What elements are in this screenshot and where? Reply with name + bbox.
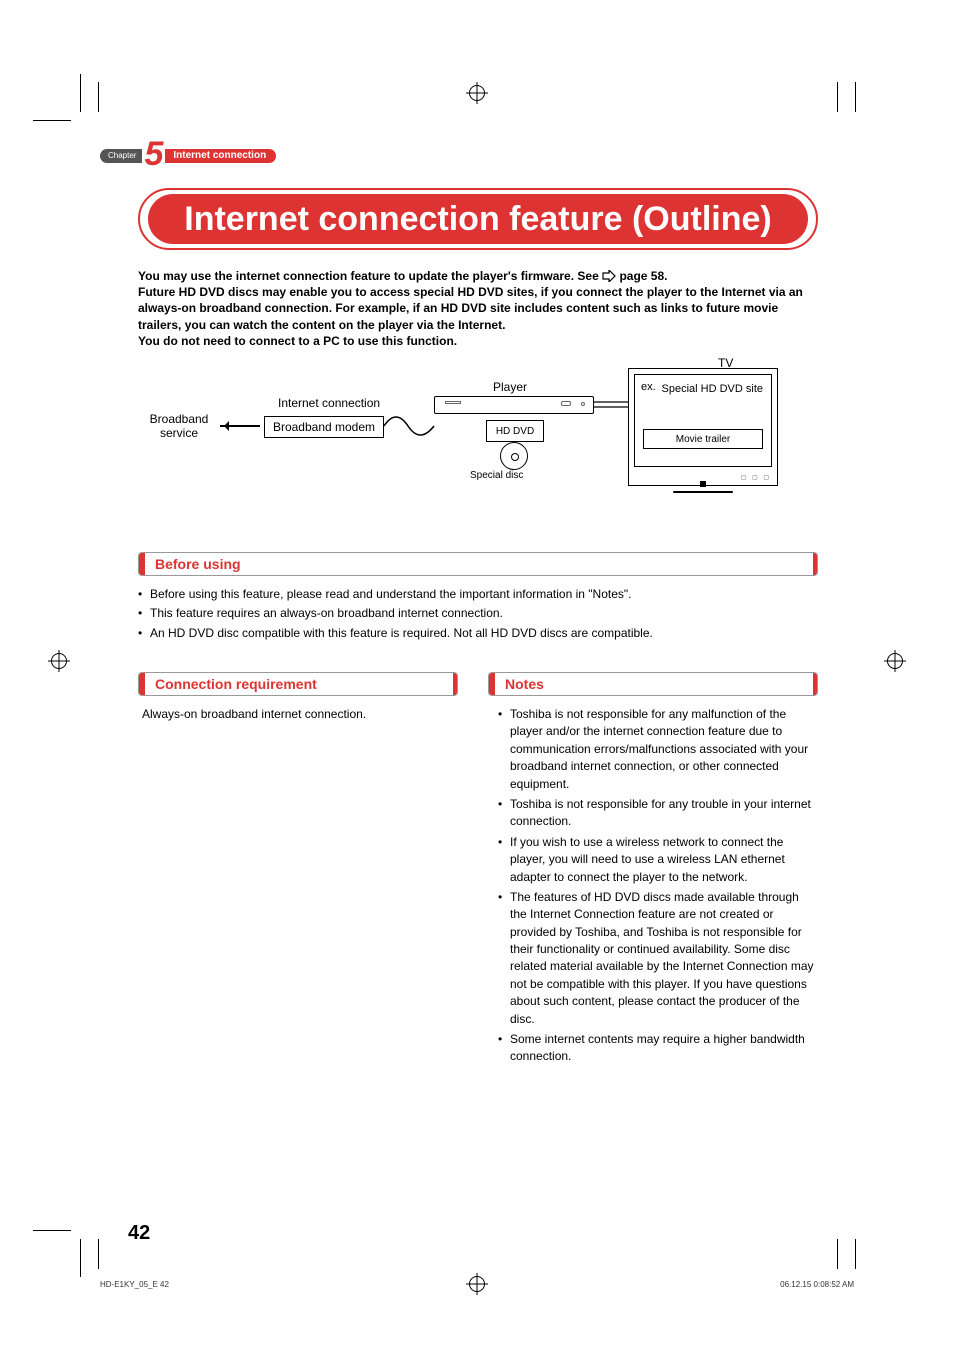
list-item: This feature requires an always-on broad…	[138, 605, 818, 622]
connection-diagram: Broadband service Internet connection Br…	[138, 360, 818, 500]
diagram-av-cable-icon	[594, 396, 630, 412]
section-heading-notes: Notes	[488, 672, 818, 696]
section-heading-label: Connection requirement	[155, 676, 317, 692]
section-heading-connection-requirement: Connection requirement	[138, 672, 458, 696]
page-number: 42	[128, 1222, 150, 1245]
chapter-number: 5	[144, 144, 163, 164]
registration-mark-icon	[48, 650, 70, 672]
crop-mark	[33, 1230, 71, 1231]
list-item: Toshiba is not responsible for any troub…	[498, 796, 818, 831]
diagram-tv-buttons-icon: ▢ ▢ ▢	[741, 474, 771, 481]
intro-line3: You do not need to connect to a PC to us…	[138, 334, 457, 348]
diagram-disc-icon	[500, 442, 528, 470]
intro-line1b: page 58.	[619, 269, 667, 283]
footer-timestamp: 06.12.15 0:08:52 AM	[780, 1280, 854, 1289]
list-item: The features of HD DVD discs made availa…	[498, 889, 818, 1028]
notes-list: Toshiba is not responsible for any malfu…	[498, 706, 818, 1069]
crop-mark	[80, 74, 81, 112]
diagram-tv-stand-icon	[673, 487, 733, 493]
list-item: Before using this feature, please read a…	[138, 586, 818, 603]
diagram-internet-connection-label: Internet connection	[278, 396, 380, 410]
page-title-banner: Internet connection feature (Outline)	[138, 188, 818, 250]
registration-mark-icon	[466, 1273, 488, 1295]
chapter-tab: Chapter 5 Internet connection	[100, 145, 276, 167]
diagram-movie-trailer-box: Movie trailer	[643, 429, 763, 449]
intro-line1a: You may use the internet connection feat…	[138, 269, 602, 283]
chapter-word: Chapter	[100, 149, 142, 163]
list-item: Some internet contents may require a hig…	[498, 1031, 818, 1066]
diagram-special-site-label: Special HD DVD site	[662, 383, 763, 396]
crop-mark	[98, 1239, 99, 1269]
diagram-player-label: Player	[493, 380, 527, 394]
diagram-cable-icon	[384, 410, 438, 440]
section-heading-label: Notes	[505, 676, 544, 692]
crop-mark	[855, 1239, 856, 1269]
list-item: Toshiba is not responsible for any malfu…	[498, 706, 818, 793]
crop-mark	[837, 82, 838, 112]
diagram-broadband-service-label: Broadband service	[143, 412, 215, 441]
diagram-ex-label: ex.	[641, 381, 656, 393]
crop-mark	[855, 82, 856, 112]
diagram-modem-label: Broadband modem	[273, 420, 375, 434]
section-heading-before-using: Before using	[138, 552, 818, 576]
connection-requirement-text: Always-on broadband internet connection.	[142, 707, 452, 721]
diagram-arrow-icon	[220, 425, 260, 427]
diagram-hddvd-box: HD DVD	[486, 420, 544, 442]
chapter-name: Internet connection	[165, 149, 276, 163]
diagram-modem-box: Broadband modem	[264, 416, 384, 438]
registration-mark-icon	[466, 82, 488, 104]
diagram-player-icon	[434, 396, 594, 414]
diagram-special-disc-label: Special disc	[470, 470, 523, 481]
crop-mark	[837, 1239, 838, 1269]
page-title: Internet connection feature (Outline)	[184, 200, 771, 239]
footer-file-ref: HD-E1KY_05_E 42	[100, 1280, 169, 1289]
intro-paragraph: You may use the internet connection feat…	[138, 268, 818, 349]
list-item: If you wish to use a wireless network to…	[498, 834, 818, 886]
crop-mark	[98, 82, 99, 112]
list-item: An HD DVD disc compatible with this feat…	[138, 625, 818, 642]
crop-mark	[80, 1239, 81, 1277]
crop-mark	[33, 120, 71, 121]
diagram-movie-trailer-label: Movie trailer	[676, 434, 730, 445]
intro-line2: Future HD DVD discs may enable you to ac…	[138, 285, 803, 331]
section-heading-label: Before using	[155, 556, 241, 572]
diagram-tv-icon: ex. Special HD DVD site Movie trailer ▢ …	[628, 368, 778, 486]
page-ref-arrow-icon	[602, 270, 616, 282]
diagram-hddvd-label: HD DVD	[496, 426, 534, 437]
registration-mark-icon	[884, 650, 906, 672]
before-using-list: Before using this feature, please read a…	[138, 586, 818, 644]
